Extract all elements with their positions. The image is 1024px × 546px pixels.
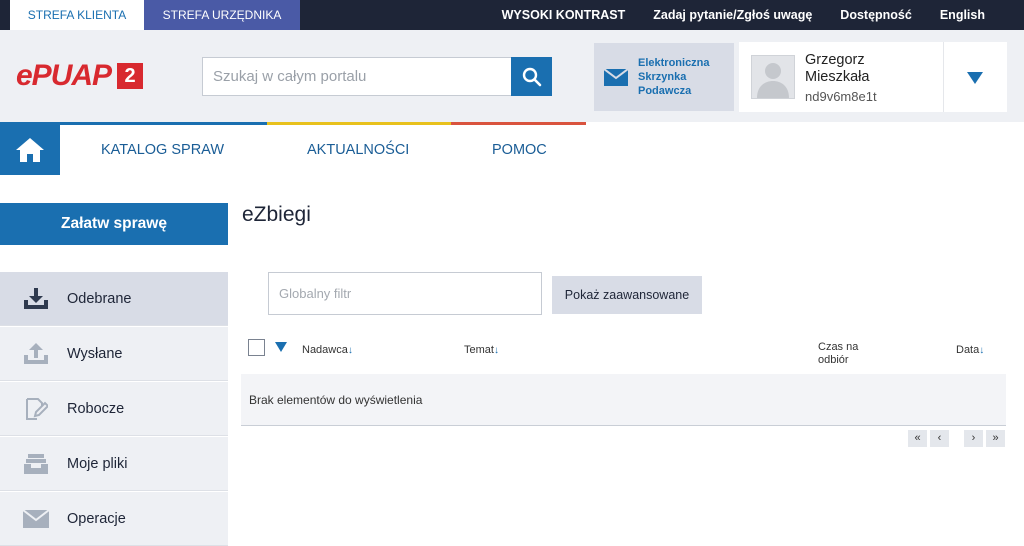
tab-official-zone[interactable]: STREFA URZĘDNIKA xyxy=(144,0,300,30)
sidebar-item-sent[interactable]: Wysłane xyxy=(0,327,228,381)
divider xyxy=(943,42,944,112)
bulk-actions-toggle[interactable] xyxy=(274,340,288,352)
search-button[interactable] xyxy=(511,57,552,96)
global-filter-input[interactable] xyxy=(268,272,542,315)
sidebar-item-label: Wysłane xyxy=(67,345,123,362)
ask-question-link[interactable]: Zadaj pytanie/Zgłoś uwagę xyxy=(639,0,826,30)
inbox-download-icon xyxy=(22,287,50,311)
page-title: eZbiegi xyxy=(242,203,311,226)
envelope-icon xyxy=(22,507,50,531)
epuap-logo[interactable]: ePUAP 2 xyxy=(16,59,144,92)
logo-badge: 2 xyxy=(117,63,144,89)
search-input[interactable] xyxy=(202,57,512,96)
user-placeholder-icon xyxy=(757,63,789,98)
accessibility-link[interactable]: Dostępność xyxy=(826,0,926,30)
files-tray-icon xyxy=(22,452,50,476)
inbox-link[interactable]: Elektroniczna Skrzynka Podawcza xyxy=(594,43,734,111)
sort-arrow-icon: ↓ xyxy=(347,345,353,356)
envelope-icon xyxy=(604,68,628,86)
home-button[interactable] xyxy=(0,125,60,175)
pager-first-button[interactable]: « xyxy=(908,430,927,447)
top-bar: STREFA KLIENTA STREFA URZĘDNIKA WYSOKI K… xyxy=(0,0,1024,30)
draft-edit-icon xyxy=(22,397,50,421)
search-icon xyxy=(522,67,541,86)
nav-news[interactable]: AKTUALNOŚCI xyxy=(307,125,409,175)
select-all-checkbox[interactable] xyxy=(248,339,265,356)
sidebar-item-received[interactable]: Odebrane xyxy=(0,272,228,326)
empty-message: Brak elementów do wyświetlenia xyxy=(249,393,423,407)
avatar xyxy=(751,55,795,99)
top-links: WYSOKI KONTRAST Zadaj pytanie/Zgłoś uwag… xyxy=(488,0,1024,30)
search-box xyxy=(202,57,552,96)
pager-last-button[interactable]: » xyxy=(986,430,1005,447)
column-header-label: Czas na odbiór xyxy=(818,341,859,366)
sidebar-item-label: Moje pliki xyxy=(67,455,128,472)
pager-prev-button[interactable]: ‹ xyxy=(930,430,949,447)
caret-down-icon xyxy=(967,72,983,84)
sort-arrow-icon: ↓ xyxy=(493,345,499,356)
column-header-label: Nadawca xyxy=(302,344,348,356)
sidebar-item-label: Odebrane xyxy=(67,290,132,307)
show-advanced-button[interactable]: Pokaż zaawansowane xyxy=(552,276,702,314)
sidebar-item-label: Robocze xyxy=(67,400,125,417)
table-empty-row: Brak elementów do wyświetlenia xyxy=(241,374,1006,426)
column-header-subject[interactable]: Temat↓ xyxy=(464,344,499,356)
pager-next-button[interactable]: › xyxy=(964,430,983,447)
sidebar-item-operations[interactable]: Operacje xyxy=(0,492,228,546)
sidebar-item-drafts[interactable]: Robocze xyxy=(0,382,228,436)
sidebar-item-files[interactable]: Moje pliki xyxy=(0,437,228,491)
main-nav: KATALOG SPRAW AKTUALNOŚCI POMOC xyxy=(0,125,1024,175)
column-header-sender[interactable]: Nadawca↓ xyxy=(302,344,353,356)
caret-down-icon xyxy=(275,342,287,352)
nav-catalog[interactable]: KATALOG SPRAW xyxy=(101,125,224,175)
column-header-label: Temat xyxy=(464,344,494,356)
upload-icon xyxy=(22,342,50,366)
column-header-time-to-collect[interactable]: Czas na odbiór xyxy=(818,341,878,367)
handle-matter-button[interactable]: Załatw sprawę xyxy=(0,203,228,245)
sidebar-item-label: Operacje xyxy=(67,510,126,527)
high-contrast-link[interactable]: WYSOKI KONTRAST xyxy=(488,0,640,30)
logo-text: ePUAP xyxy=(16,59,112,92)
inbox-label: Elektroniczna Skrzynka Podawcza xyxy=(638,57,710,97)
user-menu-toggle[interactable] xyxy=(961,68,989,88)
home-icon xyxy=(16,138,44,162)
user-name: Grzegorz Mieszkała xyxy=(805,52,870,85)
user-login: nd9v6m8e1t xyxy=(805,89,877,104)
nav-help[interactable]: POMOC xyxy=(492,125,547,175)
column-header-date[interactable]: Data↓ xyxy=(956,344,984,356)
tab-client-zone[interactable]: STREFA KLIENTA xyxy=(10,0,144,30)
user-panel: Grzegorz Mieszkała nd9v6m8e1t xyxy=(739,42,1007,112)
english-link[interactable]: English xyxy=(926,0,1024,30)
column-header-label: Data xyxy=(956,344,980,356)
sort-arrow-icon: ↓ xyxy=(979,345,985,356)
